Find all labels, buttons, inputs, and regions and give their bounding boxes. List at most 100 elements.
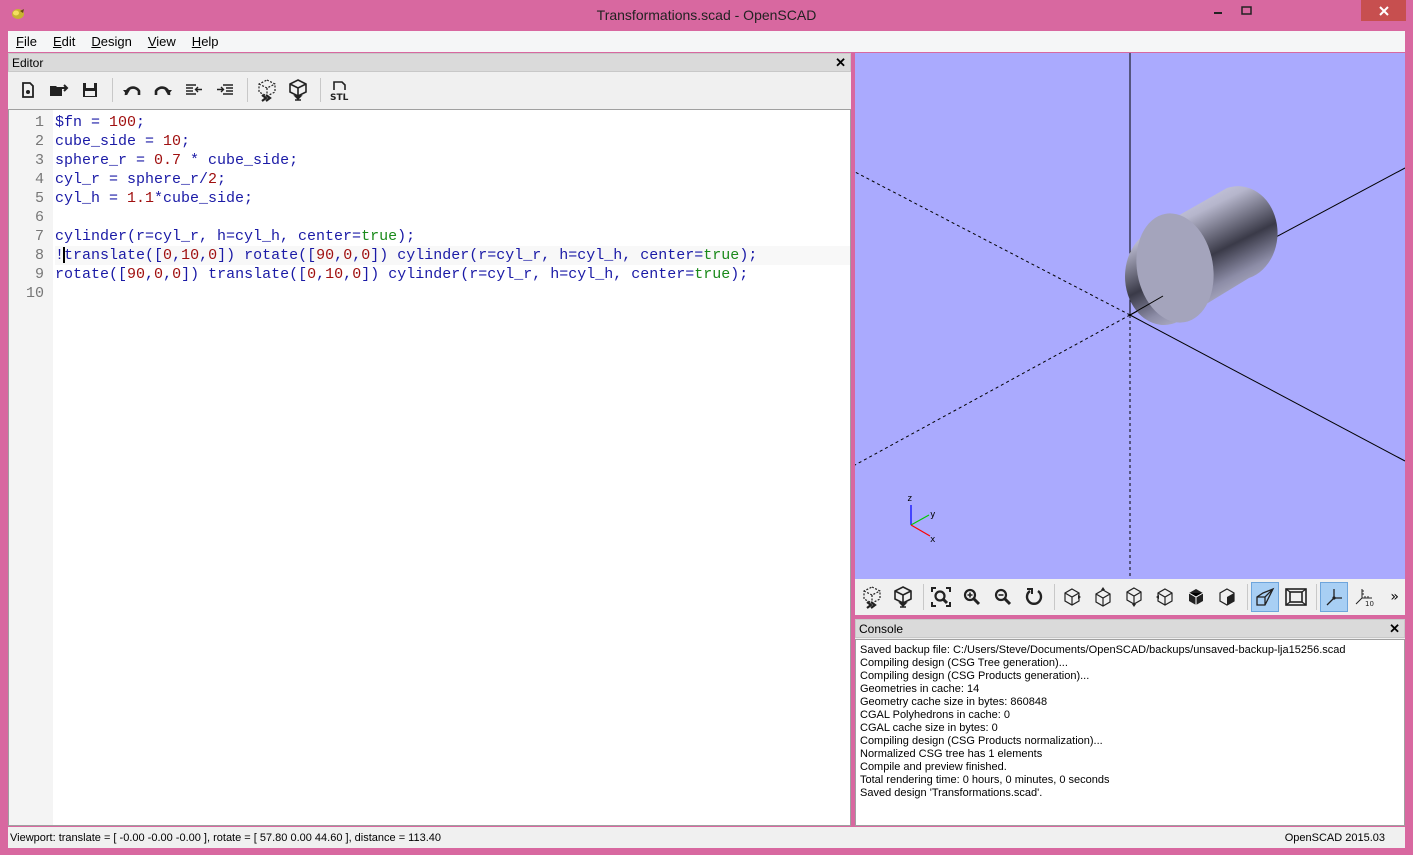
orthogonal-button[interactable]	[1282, 582, 1310, 612]
code-line[interactable]	[55, 208, 850, 227]
close-window-button[interactable]	[1361, 0, 1406, 21]
show-axes-icon	[1326, 589, 1342, 606]
line-number: 10	[25, 285, 44, 302]
line-number: 9	[34, 266, 44, 283]
console-line: Saved design 'Transformations.scad'.	[860, 787, 1043, 799]
viewport-status: Viewport: translate = [ -0.00 -0.00 -0.0…	[10, 831, 442, 844]
view-left-button[interactable]	[1151, 582, 1179, 612]
unindent-icon	[186, 83, 202, 95]
view-top-icon	[1095, 587, 1111, 607]
render-button[interactable]	[889, 582, 917, 612]
minimize-button[interactable]	[1203, 0, 1233, 21]
line-number: 1	[34, 114, 44, 131]
code-editor[interactable]: 1 2 3 4 5 6 7 8 9 10 $fn = 100; cube_side = 10; sph…	[8, 109, 851, 826]
console-line: CGAL Polyhedrons in cache: 0	[860, 709, 1011, 721]
line-number-gutter: 1 2 3 4 5 6 7 8 9 10	[9, 110, 53, 825]
console-close-button[interactable]: ✕	[1389, 621, 1400, 637]
line-number: 8	[34, 247, 44, 264]
maximize-icon	[1241, 5, 1252, 15]
menu-view[interactable]: View	[148, 34, 176, 49]
code-line[interactable]: cube_side = 10;	[55, 132, 850, 151]
view-back-icon	[1219, 588, 1235, 606]
new-file-button[interactable]	[14, 76, 42, 104]
toolbar-separator	[1247, 584, 1248, 610]
menu-file[interactable]: File	[16, 34, 37, 49]
code-line[interactable]: cyl_r = sphere_r/2;	[55, 170, 850, 189]
code-line[interactable]: rotate([90,0,0]) translate([0,10,0]) cyl…	[55, 265, 850, 284]
code-line[interactable]: cylinder(r=cyl_r, h=cyl_h, center=true);	[55, 227, 850, 246]
y-axis-label: y	[930, 510, 936, 520]
view-right-button[interactable]	[1058, 582, 1086, 612]
undo-button[interactable]	[118, 76, 146, 104]
zoom-out-button[interactable]	[989, 582, 1017, 612]
console-line: Compiling design (CSG Products generatio…	[860, 670, 1090, 682]
menu-edit[interactable]: Edit	[53, 34, 75, 49]
view-back-button[interactable]	[1213, 582, 1241, 612]
indent-icon	[217, 83, 233, 95]
y-axis-negative	[855, 314, 1131, 466]
view-bottom-button[interactable]	[1120, 582, 1148, 612]
toolbar-separator	[247, 77, 248, 102]
maximize-button[interactable]	[1232, 0, 1262, 21]
console-line: Total rendering time: 0 hours, 0 minutes…	[860, 774, 1110, 786]
menu-label: iew	[156, 34, 176, 49]
view-top-button[interactable]	[1089, 582, 1117, 612]
code-text[interactable]: $fn = 100; cube_side = 10; sphere_r = 0.7 …	[53, 110, 850, 825]
console-line: Geometry cache size in bytes: 860848	[860, 696, 1048, 708]
render-button[interactable]	[284, 76, 312, 104]
preview-button[interactable]	[253, 76, 281, 104]
code-line[interactable]: cyl_h = 1.1*cube_side;	[55, 189, 850, 208]
svg-text:STL: STL	[330, 93, 349, 102]
redo-button[interactable]	[149, 76, 177, 104]
3d-viewport[interactable]: z y x	[855, 53, 1405, 579]
x-axis-negative	[855, 171, 1131, 316]
x-axis-label: x	[930, 535, 936, 545]
console-panel: Console ✕ Saved backup file: C:/Users/St…	[855, 619, 1405, 826]
show-axes-button[interactable]	[1320, 582, 1348, 612]
editor-close-button[interactable]: ✕	[835, 55, 846, 71]
viewer-toolbar: 10 »	[855, 579, 1405, 615]
preview-button[interactable]	[858, 582, 886, 612]
perspective-icon	[1256, 587, 1275, 606]
console-header: Console ✕	[855, 619, 1405, 638]
console-line: Compile and preview finished.	[860, 761, 1007, 773]
undo-icon	[123, 85, 141, 95]
open-file-button[interactable]	[45, 76, 73, 104]
line-number: 4	[34, 171, 44, 188]
view-right-icon	[1064, 588, 1081, 606]
text-cursor	[63, 247, 66, 264]
console-line: CGAL cache size in bytes: 0	[860, 722, 998, 734]
save-button[interactable]	[76, 76, 104, 104]
indent-button[interactable]	[211, 76, 239, 104]
menu-label: dit	[61, 34, 76, 49]
code-line[interactable]: $fn = 100;	[55, 113, 850, 132]
console-line: Geometries in cache: 14	[860, 683, 980, 695]
view-front-button[interactable]	[1182, 582, 1210, 612]
menu-mnemonic: F	[16, 34, 24, 49]
open-folder-icon	[50, 83, 69, 96]
reset-view-button[interactable]	[1020, 582, 1048, 612]
code-line[interactable]	[55, 284, 850, 303]
title-bar: Transformations.scad - OpenSCAD	[0, 0, 1413, 31]
code-line[interactable]: sphere_r = 0.7 * cube_side;	[55, 151, 850, 170]
perspective-button[interactable]	[1251, 582, 1279, 612]
console-line: Saved backup file: C:/Users/Steve/Docume…	[860, 644, 1346, 656]
unindent-button[interactable]	[180, 76, 208, 104]
show-scale-markers-button[interactable]: 10	[1351, 582, 1379, 612]
console-output[interactable]: Saved backup file: C:/Users/Steve/Docume…	[855, 639, 1405, 826]
show-scale-markers-icon: 10	[1355, 589, 1374, 607]
view-all-button[interactable]	[927, 582, 955, 612]
minimize-icon	[1214, 11, 1222, 14]
line-number: 5	[34, 190, 44, 207]
menu-label: elp	[201, 34, 219, 49]
export-stl-button[interactable]: STL	[326, 76, 354, 104]
menu-help[interactable]: Help	[192, 34, 219, 49]
zoom-in-button[interactable]	[958, 582, 986, 612]
toolbar-separator	[112, 77, 113, 102]
toolbar-overflow-button[interactable]: »	[1390, 589, 1399, 605]
zoom-in-icon	[963, 588, 981, 606]
code-line[interactable]: !translate([0,10,0]) rotate([90,0,0]) cy…	[55, 246, 850, 265]
preview-icon	[863, 586, 881, 609]
menu-design[interactable]: Design	[91, 34, 131, 49]
menu-bar: File Edit Design View Help	[8, 31, 1405, 52]
